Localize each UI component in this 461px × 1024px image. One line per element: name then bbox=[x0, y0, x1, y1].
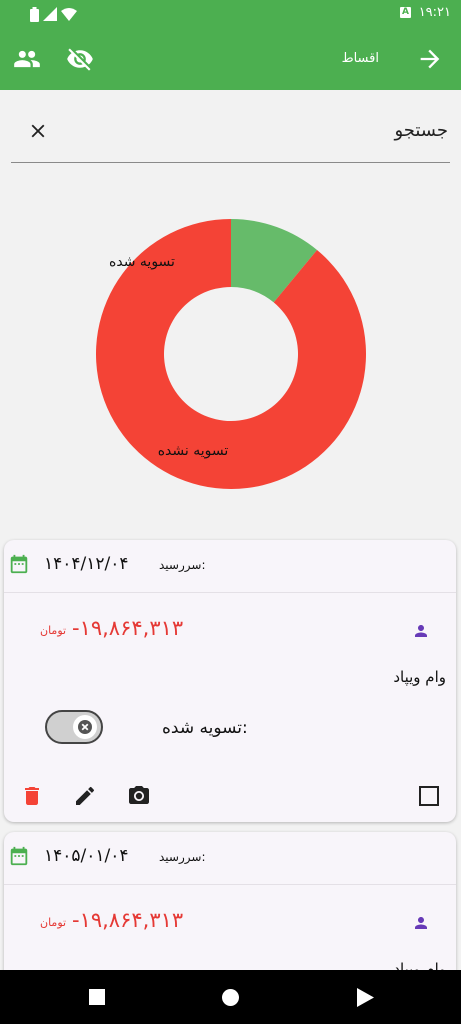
calendar-icon bbox=[10, 554, 28, 574]
currency-label: تومان bbox=[40, 624, 67, 637]
home-button[interactable] bbox=[222, 989, 239, 1006]
search-bar[interactable]: جستجو bbox=[11, 110, 450, 163]
installment-card[interactable]: ۱۴۰۴/۱۲/۰۴ سررسید: تومان -۱۹,۸۶۴,۳۱۳ وام… bbox=[4, 540, 456, 822]
page-title: اقساط bbox=[341, 51, 379, 66]
amount: -۱۹,۸۶۴,۳۱۳ bbox=[72, 908, 184, 932]
notification-badge: A bbox=[400, 7, 411, 18]
installment-description: وام ویپاد bbox=[393, 668, 446, 686]
signal-icon bbox=[43, 7, 57, 21]
back-button[interactable] bbox=[357, 988, 374, 1007]
status-icons bbox=[30, 6, 77, 22]
camera-icon[interactable] bbox=[127, 784, 151, 808]
due-date: ۱۴۰۴/۱۲/۰۴ bbox=[44, 554, 129, 574]
status-bar: A ۱۹:۲۱ bbox=[0, 0, 461, 28]
settlement-donut-chart: تسویه شده تسویه نشده bbox=[96, 219, 366, 489]
person-icon bbox=[415, 917, 427, 929]
due-label: سررسید: bbox=[159, 558, 206, 572]
recents-button[interactable] bbox=[89, 989, 105, 1005]
system-nav-bar bbox=[0, 970, 461, 1024]
chart-slice-label-1: تسویه نشده bbox=[158, 443, 229, 459]
person-icon bbox=[415, 625, 427, 637]
amount: -۱۹,۸۶۴,۳۱۳ bbox=[72, 616, 184, 640]
due-label: سررسید: bbox=[159, 850, 206, 864]
currency-label: تومان bbox=[40, 916, 67, 929]
toggle-off-icon bbox=[78, 720, 92, 734]
due-date: ۱۴۰۵/۰۱/۰۴ bbox=[44, 846, 129, 866]
wifi-icon bbox=[61, 7, 77, 21]
calendar-icon bbox=[10, 846, 28, 866]
visibility-off-icon[interactable] bbox=[66, 45, 94, 73]
people-icon[interactable] bbox=[13, 45, 41, 73]
app-bar: اقساط bbox=[0, 28, 461, 90]
toggle-knob bbox=[73, 715, 97, 739]
chart-slice-label-0: تسویه شده bbox=[109, 254, 175, 270]
select-checkbox[interactable] bbox=[417, 784, 441, 808]
arrow-forward-icon[interactable] bbox=[416, 45, 444, 73]
search-input[interactable]: جستجو bbox=[394, 120, 448, 141]
settled-label: تسویه شده: bbox=[162, 718, 248, 738]
battery-icon bbox=[30, 6, 39, 22]
delete-icon[interactable] bbox=[20, 784, 44, 808]
status-time: ۱۹:۲۱ bbox=[418, 5, 451, 20]
close-icon[interactable] bbox=[27, 120, 49, 142]
installment-card[interactable]: ۱۴۰۵/۰۱/۰۴ سررسید: تومان -۱۹,۸۶۴,۳۱۳ وام… bbox=[4, 832, 456, 992]
edit-icon[interactable] bbox=[73, 784, 97, 808]
settled-toggle[interactable] bbox=[45, 710, 103, 744]
card-header: ۱۴۰۴/۱۲/۰۴ سررسید: bbox=[4, 540, 456, 593]
card-header: ۱۴۰۵/۰۱/۰۴ سررسید: bbox=[4, 832, 456, 885]
